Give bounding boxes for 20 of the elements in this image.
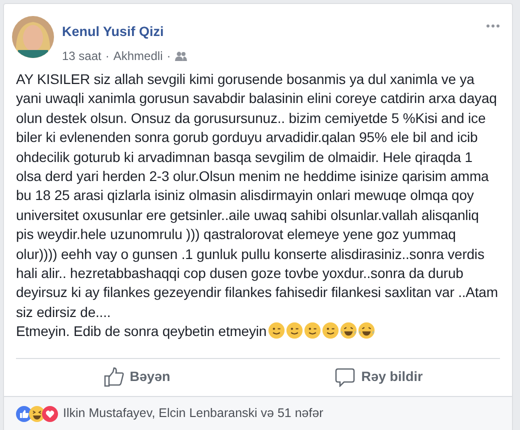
winking-face-icon [304,322,321,340]
laughing-face-icon [340,322,357,340]
comment-button[interactable]: Rəy bildir [258,358,500,396]
like-button[interactable]: Bəyən [16,358,258,396]
post-text: AY KISILER siz allah sevgili kimi gorusende bosanmis ya dul xanimla ve ya yani uwaqli xanimla gorusun savabdir balasinin elini coreye catdirin arxa dayaq olun destek olsun. Onsuz da gorusursunuz.. bizim cemiyetde 5 %Kisi and ice biler ki evlenenden sonra gorub gorduyu arvadidir.qalan 95% ele bil and icib ohdecilik goturub ki arvadimnan basqa sevgilim de olmaidir. Hele qiraqda 1 olsa derd yari herden 2-3 olur.Olsun menim ne heddime isinize qarisim amma bu 18 25 arasi qizlarla isiniz olmasin alisdirmayin onlari mewuqe olmqa qoy universitet oxusunlar ere getsinler..aile uwaq sahibi olsunlar.vallah alisqanliq pis weydir.hele uzunomrulu ))) qastralorovat elemeye yene goz yummaq olur)))) eehh vay o gunsen .1 gunluk pullu konserte alisdirasiniz..sonra verdis hali alir.. hezretabbashaqqi cop dusen goze tovbe yoxdur..sonra da durub deyirsuz ki ay filankes gezeyendir filankes fahisedir filankesi saxlitan var ..Atam siz edirsiz de.... Etmeyin. Edib de sonra qeybetin etmeyin [15,70,499,342]
author-name[interactable]: Kenul Yusif Qizi [62,24,164,39]
speech-bubble-icon [335,367,356,388]
winking-face-icon [286,322,303,340]
separator: · [166,48,171,64]
friends-icon[interactable] [174,51,187,61]
heart-reaction-icon[interactable] [42,406,58,422]
more-options-icon[interactable] [486,24,500,28]
separator: · [105,48,110,64]
laughing-face-icon [358,322,375,340]
winking-face-icon [268,322,285,340]
post-location[interactable]: Akhmedli [113,48,163,64]
thumbs-up-icon [104,367,124,388]
post-time[interactable]: 13 saat [62,48,102,64]
avatar[interactable] [12,16,54,58]
winking-face-icon [322,322,339,340]
